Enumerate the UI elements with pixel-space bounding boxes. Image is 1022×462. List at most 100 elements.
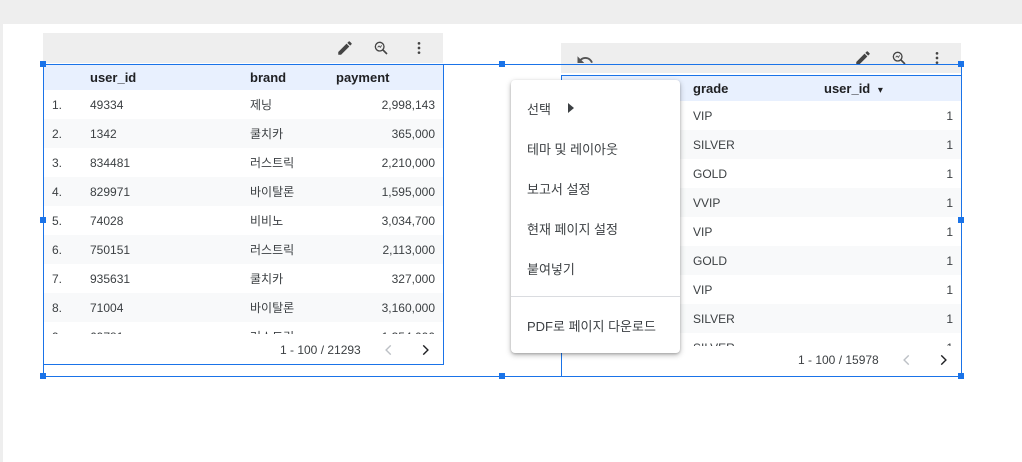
cell-user-id: 1 [946, 282, 953, 297]
table-row[interactable]: 1. 49334 제닝 2,998,143 [43, 90, 443, 119]
chevron-left-icon [902, 354, 909, 366]
row-number-header [43, 64, 81, 90]
cell-user-id: 829971 [81, 177, 250, 206]
cell-user-id: 1 [946, 166, 953, 181]
prev-page-button[interactable] [895, 348, 919, 372]
cell-user-id: 1342 [81, 119, 250, 148]
cell-brand: 제닝 [250, 98, 273, 112]
row-number: 7. [52, 271, 63, 286]
cell-payment: 1,595,000 [336, 177, 443, 206]
menu-item-report-settings[interactable]: 보고서 설정 [511, 174, 680, 202]
menu-item-select[interactable]: 선택 [511, 94, 680, 122]
left-table-pagination: 1 - 100 / 21293 [280, 338, 437, 362]
cell-user-id: 1 [824, 130, 961, 159]
chevron-right-icon [422, 344, 429, 356]
cell-user-id: 69781 [81, 322, 250, 335]
cell-brand: 비비노 [250, 214, 284, 228]
column-header-payment[interactable]: payment [336, 64, 443, 90]
cell-user-id: 71004 [81, 293, 250, 322]
table-row[interactable]: 3. 834481 러스트릭 2,210,000 [43, 148, 443, 177]
resize-handle-ml[interactable] [40, 217, 46, 223]
cell-payment: 3,160,000 [336, 293, 443, 322]
cell-payment: 2,210,000 [381, 155, 435, 170]
cell-user-id: 1 [946, 108, 953, 123]
context-menu: 선택 테마 및 레이아웃 보고서 설정 현재 페이지 설정 붙여넣기 PDF로 … [511, 80, 680, 353]
table-row[interactable]: 4. 829971 바이탈론 1,595,000 [43, 177, 443, 206]
resize-handle-bm[interactable] [499, 373, 505, 379]
menu-item-label: 보고서 설정 [527, 181, 591, 197]
cell-brand: 쿨치카 [250, 119, 336, 148]
cell-grade: VIP [693, 224, 713, 239]
menu-item-page-settings[interactable]: 현재 페이지 설정 [511, 214, 680, 242]
prev-page-button[interactable] [377, 338, 401, 362]
column-header-user-id[interactable]: user_id ▾ [824, 75, 961, 101]
cell-user-id: 1 [824, 304, 961, 333]
resize-handle-tm[interactable] [499, 61, 505, 67]
submenu-arrow-icon [567, 103, 574, 113]
cell-user-id: 1 [946, 224, 953, 239]
left-table-header: user_id brand payment [43, 64, 443, 90]
column-header-grade[interactable]: grade [685, 75, 824, 101]
column-header-brand[interactable]: brand [250, 64, 336, 90]
menu-item-label: 현재 페이지 설정 [527, 221, 618, 237]
edit-pencil-icon[interactable] [851, 46, 875, 70]
table-row[interactable]: 2. 1342 쿨치카 365,000 [43, 119, 443, 148]
cell-user-id: 1 [824, 188, 961, 217]
menu-item-label: 붙여넣기 [527, 261, 575, 277]
resize-handle-tr[interactable] [958, 61, 964, 67]
menu-item-paste[interactable]: 붙여넣기 [511, 254, 680, 282]
table-row[interactable]: 6. 750151 러스트릭 2,113,000 [43, 235, 443, 264]
menu-item-download-pdf[interactable]: PDF로 페이지 다운로드 [511, 311, 680, 339]
cell-user-id: 750151 [81, 235, 250, 264]
cell-grade: GOLD [685, 246, 824, 275]
row-number: 5. [52, 213, 63, 228]
menu-item-label: 테마 및 레이아웃 [527, 141, 618, 157]
cell-payment: 2,113,000 [336, 235, 443, 264]
more-vert-icon[interactable] [407, 36, 431, 60]
cell-user-id: 1 [824, 333, 961, 347]
edit-pencil-icon[interactable] [333, 36, 357, 60]
menu-item-label: PDF로 페이지 다운로드 [527, 318, 656, 334]
table-row[interactable]: 9.69781러스트릭1,354,000 [43, 322, 443, 335]
resize-handle-bl[interactable] [40, 373, 46, 379]
column-header-label: user_id [824, 80, 871, 96]
explore-icon[interactable] [369, 36, 393, 60]
undo-icon[interactable] [573, 48, 597, 72]
cell-grade: SILVER [685, 130, 824, 159]
menu-divider [511, 296, 680, 297]
explore-icon[interactable] [887, 46, 911, 70]
table-row[interactable]: 5. 74028 비비노 3,034,700 [43, 206, 443, 235]
resize-handle-br[interactable] [958, 373, 964, 379]
right-table-toolbar [561, 43, 961, 73]
resize-handle-tl[interactable] [40, 61, 46, 67]
table-row[interactable]: 8. 71004 바이탈론 3,160,000 [43, 293, 443, 322]
cell-brand: 러스트릭 [250, 322, 336, 334]
left-table-toolbar [43, 33, 443, 63]
cell-grade: SILVER [685, 304, 824, 333]
resize-handle-mr[interactable] [958, 217, 964, 223]
chevron-right-icon [940, 354, 947, 366]
cell-user-id: 834481 [90, 155, 131, 170]
table-row[interactable]: 7. 935631 쿨치카 327,000 [43, 264, 443, 293]
next-page-button[interactable] [931, 348, 955, 372]
row-number: 2. [43, 119, 81, 148]
menu-item-theme-layout[interactable]: 테마 및 레이아웃 [511, 134, 680, 162]
row-number: 8. [43, 293, 81, 322]
cell-brand: 러스트릭 [250, 156, 295, 170]
cell-brand: 쿨치카 [250, 272, 284, 286]
row-number: 4. [43, 177, 81, 206]
column-header-user-id[interactable]: user_id [81, 64, 250, 90]
menu-item-label: 선택 [527, 101, 551, 117]
more-vert-icon[interactable] [925, 46, 949, 70]
cell-user-id: 74028 [90, 213, 124, 228]
right-table-pagination: 1 - 100 / 15978 [798, 348, 955, 372]
sort-desc-icon[interactable]: ▾ [878, 85, 883, 96]
row-number: 1. [52, 97, 63, 112]
cell-payment: 2,998,143 [381, 97, 435, 112]
cell-user-id: 935631 [90, 271, 131, 286]
next-page-button[interactable] [413, 338, 437, 362]
cell-grade: VVIP [685, 188, 824, 217]
cell-grade: SILVER [685, 333, 824, 347]
pagination-range: 1 - 100 / 21293 [280, 343, 361, 357]
cell-user-id: 1 [824, 246, 961, 275]
